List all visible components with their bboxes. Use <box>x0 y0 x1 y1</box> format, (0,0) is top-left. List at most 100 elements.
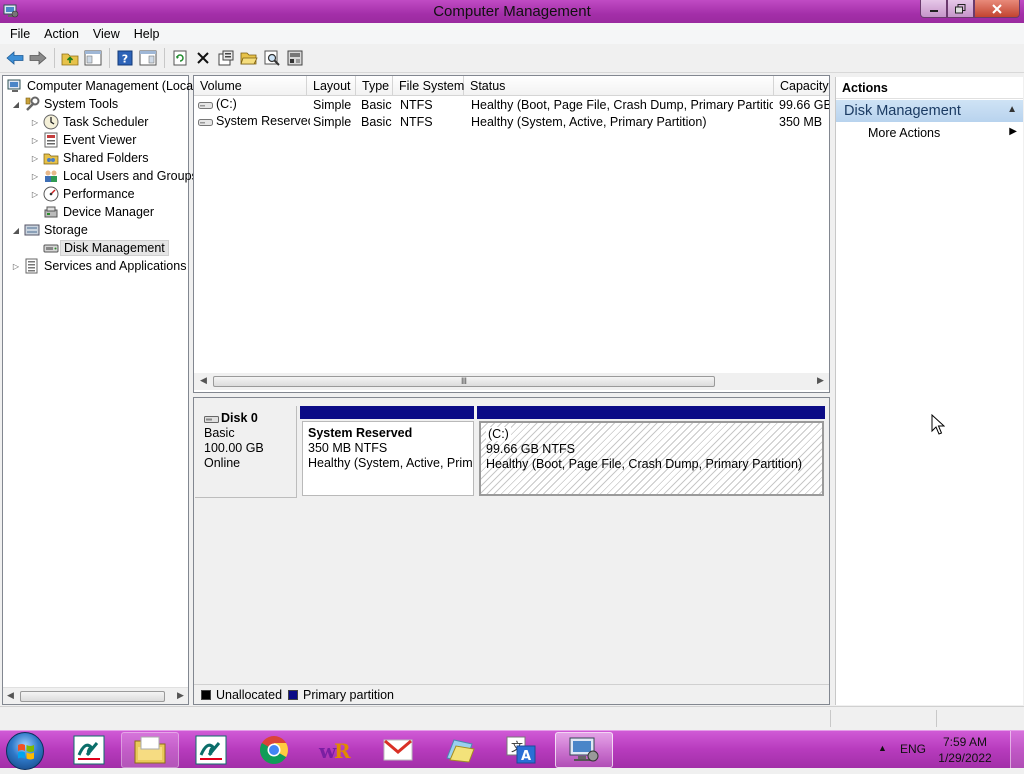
collapse-arrow-icon[interactable]: ◢ <box>10 100 22 109</box>
open-folder-button[interactable] <box>238 47 260 69</box>
tree-horizontal-scrollbar[interactable]: ◀ ▶ <box>3 687 188 704</box>
expand-arrow-icon[interactable]: ▷ <box>29 136 41 145</box>
tree-item-local-users-and-groups[interactable]: ▷ Local Users and Groups <box>29 167 198 185</box>
taskbar-app-computer-management[interactable] <box>555 732 613 768</box>
menu-help[interactable]: Help <box>127 27 167 41</box>
expand-arrow-icon[interactable]: ▷ <box>29 172 41 181</box>
collapse-up-icon[interactable]: ▲ <box>1007 104 1017 115</box>
taskbar-app-credit-agricole[interactable] <box>60 732 118 768</box>
scroll-left-icon[interactable]: ◀ <box>7 690 14 701</box>
action-pane-icon <box>139 50 157 66</box>
expand-arrow-icon[interactable]: ▷ <box>29 190 41 199</box>
taskbar-app-chrome[interactable] <box>245 732 303 768</box>
scroll-right-icon[interactable]: ▶ <box>177 690 184 701</box>
clock-date: 1/29/2022 <box>938 751 992 765</box>
taskbar-app-credit-agricole-2[interactable] <box>182 732 240 768</box>
users-icon <box>45 170 57 182</box>
column-header-volume[interactable]: Volume <box>194 76 307 96</box>
scrollbar-thumb[interactable] <box>20 691 165 702</box>
volume-file-system: NTFS <box>400 115 433 129</box>
expand-arrow-icon[interactable]: ▷ <box>10 262 22 271</box>
restore-button[interactable] <box>947 0 974 18</box>
back-button[interactable] <box>4 47 26 69</box>
tree-item-services-and-applications[interactable]: ▷ Services and Applications <box>10 257 186 275</box>
taskbar: wR 文A ▲ ENG 7:59 AM 1/29/2022 <box>0 730 1024 770</box>
menu-action[interactable]: Action <box>37 27 86 41</box>
disk-0-label[interactable]: Disk 0 Basic 100.00 GB Online <box>195 406 297 498</box>
taskbar-app-translate[interactable]: 文A <box>492 732 550 768</box>
computer-management-icon <box>569 737 599 762</box>
show-hide-action-pane-button[interactable] <box>137 47 159 69</box>
properties-button[interactable] <box>215 47 237 69</box>
clock[interactable]: 7:59 AM 1/29/2022 <box>930 734 1000 766</box>
actions-section-disk-management[interactable]: Disk Management ▲ <box>836 100 1023 122</box>
windows-logo-icon <box>18 744 34 760</box>
start-button[interactable] <box>6 732 44 770</box>
minimize-button[interactable] <box>920 0 947 18</box>
partition-size: 99.66 GB NTFS <box>486 442 575 456</box>
tree-item-system-tools[interactable]: ◢ System Tools <box>10 95 118 113</box>
search-button[interactable] <box>261 47 283 69</box>
menu-file[interactable]: File <box>3 27 37 41</box>
tree-item-computer-management[interactable]: Computer Management (Local <box>5 77 196 95</box>
collapse-arrow-icon[interactable]: ◢ <box>10 226 22 235</box>
disk-properties-button[interactable] <box>284 47 306 69</box>
column-header-type[interactable]: Type <box>356 76 393 96</box>
close-button[interactable] <box>974 0 1020 18</box>
table-row[interactable]: System Reserved <box>198 114 310 131</box>
input-language[interactable]: ENG <box>900 742 926 756</box>
tree-item-device-manager[interactable]: Device Manager <box>41 203 154 221</box>
taskbar-app-file-explorer[interactable] <box>121 732 179 768</box>
partition-c-drive[interactable]: (C:) 99.66 GB NTFS Healthy (Boot, Page F… <box>479 421 824 496</box>
scrollbar-thumb[interactable]: Ⅲ <box>213 376 715 387</box>
more-actions-item[interactable]: More Actions ▶ <box>836 122 1023 144</box>
column-header-status[interactable]: Status <box>464 76 774 96</box>
table-row[interactable]: (C:) <box>198 97 306 114</box>
column-header-capacity[interactable]: Capacity <box>774 76 829 96</box>
disk-size: 100.00 GB <box>204 441 264 455</box>
restore-icon <box>955 3 966 13</box>
taskbar-app-wr[interactable]: wR <box>306 732 364 768</box>
actions-header: Actions <box>836 77 1023 99</box>
device-manager-icon <box>44 206 58 218</box>
tree-label: Performance <box>63 187 135 201</box>
storage-icon <box>24 224 40 236</box>
refresh-button[interactable] <box>169 47 191 69</box>
volume-type: Basic <box>361 98 392 112</box>
tree-item-shared-folders[interactable]: ▷ Shared Folders <box>29 149 149 167</box>
open-folder-icon <box>240 52 258 65</box>
tree-item-task-scheduler[interactable]: ▷ Task Scheduler <box>29 113 148 131</box>
taskbar-app-folder[interactable] <box>431 732 489 768</box>
volume-list-horizontal-scrollbar[interactable]: ◀ Ⅲ ▶ <box>194 373 829 390</box>
volume-capacity: 350 MB <box>779 115 823 129</box>
show-hide-console-tree-button[interactable] <box>82 47 104 69</box>
expand-arrow-icon[interactable]: ▷ <box>29 154 41 163</box>
tree-item-performance[interactable]: ▷ Performance <box>29 185 135 203</box>
partition-header-bar <box>300 406 474 419</box>
column-header-layout[interactable]: Layout <box>307 76 356 96</box>
svg-text:A: A <box>521 749 531 764</box>
up-one-level-button[interactable] <box>59 47 81 69</box>
forward-button[interactable] <box>27 47 49 69</box>
menu-view[interactable]: View <box>86 27 127 41</box>
show-desktop-button[interactable] <box>1010 731 1024 769</box>
translate-icon: 文A <box>506 736 536 764</box>
delete-button[interactable] <box>192 47 214 69</box>
legend-swatch-unallocated <box>201 689 211 700</box>
legend-label: Primary partition <box>303 687 395 702</box>
tree-item-disk-management[interactable]: Disk Management <box>41 239 169 257</box>
disk-graphical-view: Disk 0 Basic 100.00 GB Online System Res… <box>193 397 830 705</box>
help-button[interactable]: ? <box>114 47 136 69</box>
scroll-left-icon[interactable]: ◀ <box>200 375 207 386</box>
taskbar-app-gmail[interactable] <box>369 732 427 768</box>
tree-item-event-viewer[interactable]: ▷ Event Viewer <box>29 131 136 149</box>
column-header-file-system[interactable]: File System <box>393 76 464 96</box>
partition-system-reserved[interactable]: System Reserved 350 MB NTFS Healthy (Sys… <box>302 421 474 496</box>
folder-up-icon <box>61 53 79 66</box>
show-hidden-icons-button[interactable]: ▲ <box>878 743 887 753</box>
scroll-right-icon[interactable]: ▶ <box>817 375 824 386</box>
volume-status: Healthy (System, Active, Primary Partiti… <box>471 115 707 129</box>
minimize-icon <box>929 9 938 12</box>
expand-arrow-icon[interactable]: ▷ <box>29 118 41 127</box>
tree-item-storage[interactable]: ◢ Storage <box>10 221 88 239</box>
